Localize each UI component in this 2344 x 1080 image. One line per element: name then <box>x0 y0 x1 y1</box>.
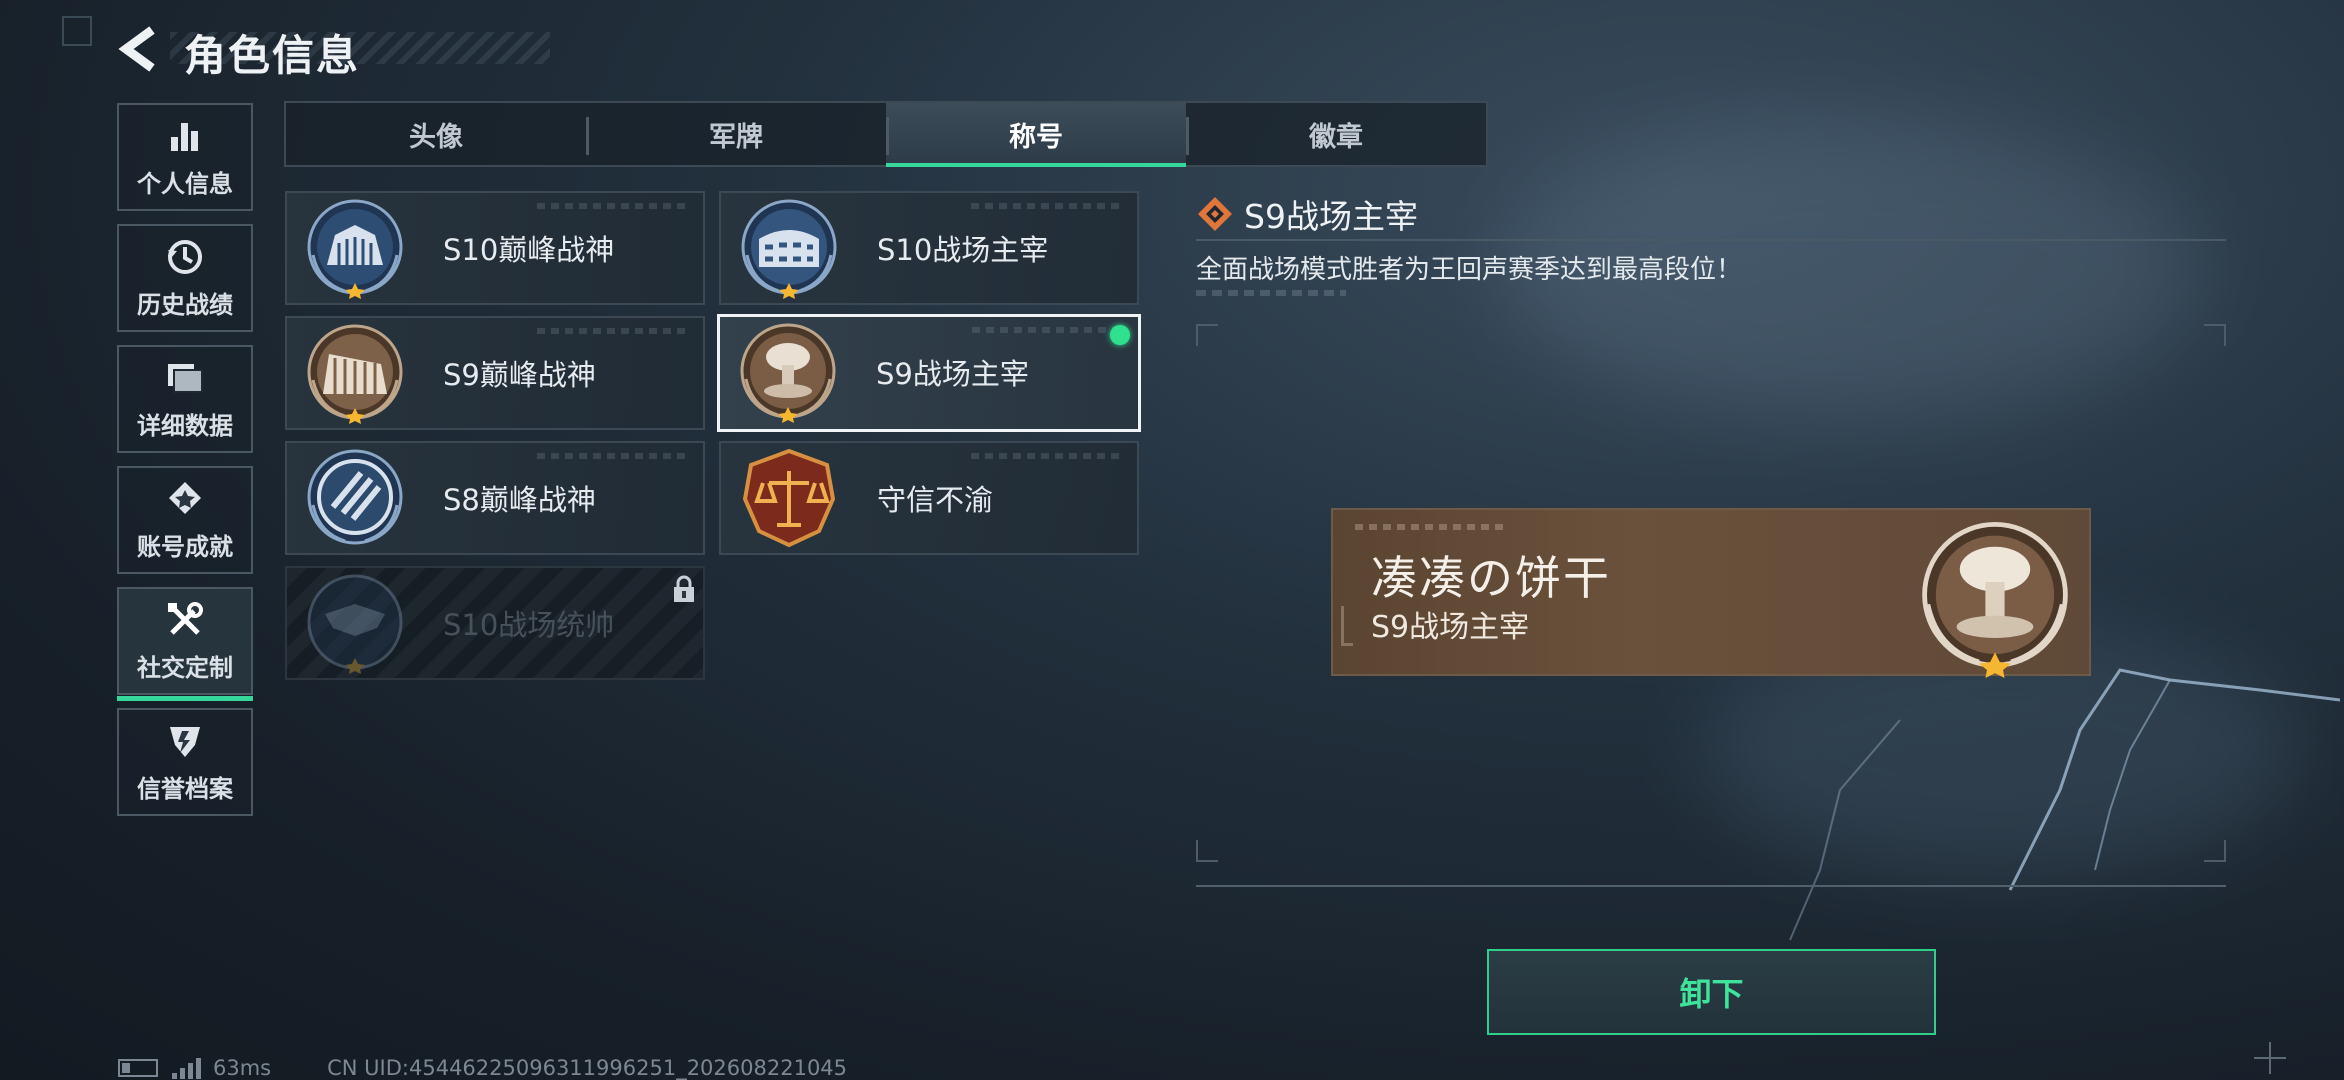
sidebar-item-label: 账号成就 <box>137 532 233 561</box>
preview-decoration <box>1355 524 1505 530</box>
frame-corner <box>1196 840 1218 862</box>
back-arrow-icon <box>118 26 155 72</box>
uid-text: CN UID:4544622509631199625​1_20260822104… <box>327 1056 848 1080</box>
credit-shield-icon <box>165 721 205 761</box>
detail-title: S9战场主宰 <box>1244 197 1418 236</box>
sidebar-item-profile[interactable]: 个人信息 <box>117 103 253 211</box>
history-clock-icon <box>165 237 205 277</box>
sidebar-item-social-custom[interactable]: 社交定制 <box>117 587 253 701</box>
frame-corner <box>2204 324 2226 346</box>
title-card-s10-commander-locked[interactable]: S10战场统帅 <box>285 566 705 680</box>
title-card-s9-peak[interactable]: S9巅峰战神 <box>285 316 705 430</box>
category-tabs: 头像 军牌 称号 徽章 <box>284 101 1488 167</box>
scales-emblem-icon <box>742 449 836 548</box>
title-card-s8-peak[interactable]: S8巅峰战神 <box>285 441 705 555</box>
title-name: 守信不渝 <box>877 483 994 517</box>
unequip-button[interactable]: 卸下 <box>1487 949 1936 1035</box>
tab-dogtag[interactable]: 军牌 <box>586 103 886 165</box>
sidebar-item-label: 个人信息 <box>137 169 233 198</box>
lightning-decoration <box>1789 668 2340 941</box>
title-name: S9巅峰战神 <box>443 358 596 392</box>
sidebar-item-achievements[interactable]: 账号成就 <box>117 466 253 574</box>
divider <box>1196 239 2226 241</box>
detail-decoration <box>1196 290 1346 296</box>
sidebar-item-label: 信誉档案 <box>137 774 233 803</box>
preview-title: S9战场主宰 <box>1371 610 1530 645</box>
blue-temple-emblem-icon <box>307 199 403 299</box>
corner-decoration <box>62 16 92 46</box>
sidebar-item-detail-data[interactable]: 详细数据 <box>117 345 253 453</box>
tab-title[interactable]: 称号 <box>886 103 1186 167</box>
title-card-s10-peak[interactable]: S10巅峰战神 <box>285 191 705 305</box>
equipped-indicator <box>1110 325 1130 345</box>
detail-description: 全面战场模式胜者为王回声赛季达到最高段位！ <box>1196 255 1743 285</box>
title-card-trustworthy[interactable]: 守信不渝 <box>719 441 1139 555</box>
blue-stripes-emblem-icon <box>307 449 403 545</box>
detail-header: S9战场主宰 <box>1196 190 1418 238</box>
aircraft-emblem-icon <box>307 574 403 674</box>
title-name: S8巅峰战神 <box>443 483 596 517</box>
back-button[interactable] <box>118 26 162 72</box>
signal-icon <box>172 1057 201 1079</box>
tools-icon <box>165 600 205 640</box>
ping-value: 63ms <box>213 1056 272 1080</box>
tab-badge[interactable]: 徽章 <box>1186 103 1486 165</box>
frame-corner <box>2204 840 2226 862</box>
lock-icon <box>674 575 694 602</box>
bronze-dam-emblem-icon <box>307 324 403 424</box>
bar-chart-icon <box>165 116 205 156</box>
plus-decoration-icon <box>2254 1042 2286 1074</box>
side-nav: 个人信息 历史战绩 详细数据 账号成就 社交定制 信誉档案 <box>117 103 255 829</box>
sidebar-item-label: 社交定制 <box>137 653 233 682</box>
tab-avatar[interactable]: 头像 <box>286 103 586 165</box>
nameplate-preview: 凑凑の饼干 S9战场主宰 <box>1331 508 2091 678</box>
folder-icon <box>165 358 205 398</box>
diamond-title-icon <box>1198 197 1232 231</box>
mushroom-cloud-emblem-icon <box>1922 522 2068 678</box>
status-bar: 63ms CN UID:4544622509631199625​1_202608… <box>118 1056 847 1080</box>
title-card-s9-dominator[interactable]: S9战场主宰 <box>717 314 1141 432</box>
preview-bracket <box>1341 606 1353 646</box>
title-name: S9战场主宰 <box>876 357 1029 391</box>
page-title: 角色信息 <box>184 31 361 80</box>
card-decoration <box>971 453 1121 459</box>
title-name: S10战场统帅 <box>443 608 615 642</box>
title-name: S10巅峰战神 <box>443 233 615 267</box>
sidebar-item-history[interactable]: 历史战绩 <box>117 224 253 332</box>
title-name: S10战场主宰 <box>877 233 1049 267</box>
frame-corner <box>1196 324 1218 346</box>
sidebar-item-label: 详细数据 <box>137 411 233 440</box>
player-name: 凑凑の饼干 <box>1371 551 1611 605</box>
mushroom-cloud-emblem-icon <box>740 323 836 423</box>
divider <box>1196 885 2226 887</box>
blue-colosseum-emblem-icon <box>741 199 837 299</box>
sidebar-item-label: 历史战绩 <box>137 290 233 319</box>
battery-icon <box>118 1059 158 1077</box>
title-card-s10-dominator[interactable]: S10战场主宰 <box>719 191 1139 305</box>
sidebar-item-credit[interactable]: 信誉档案 <box>117 708 253 816</box>
medal-icon <box>165 479 205 519</box>
